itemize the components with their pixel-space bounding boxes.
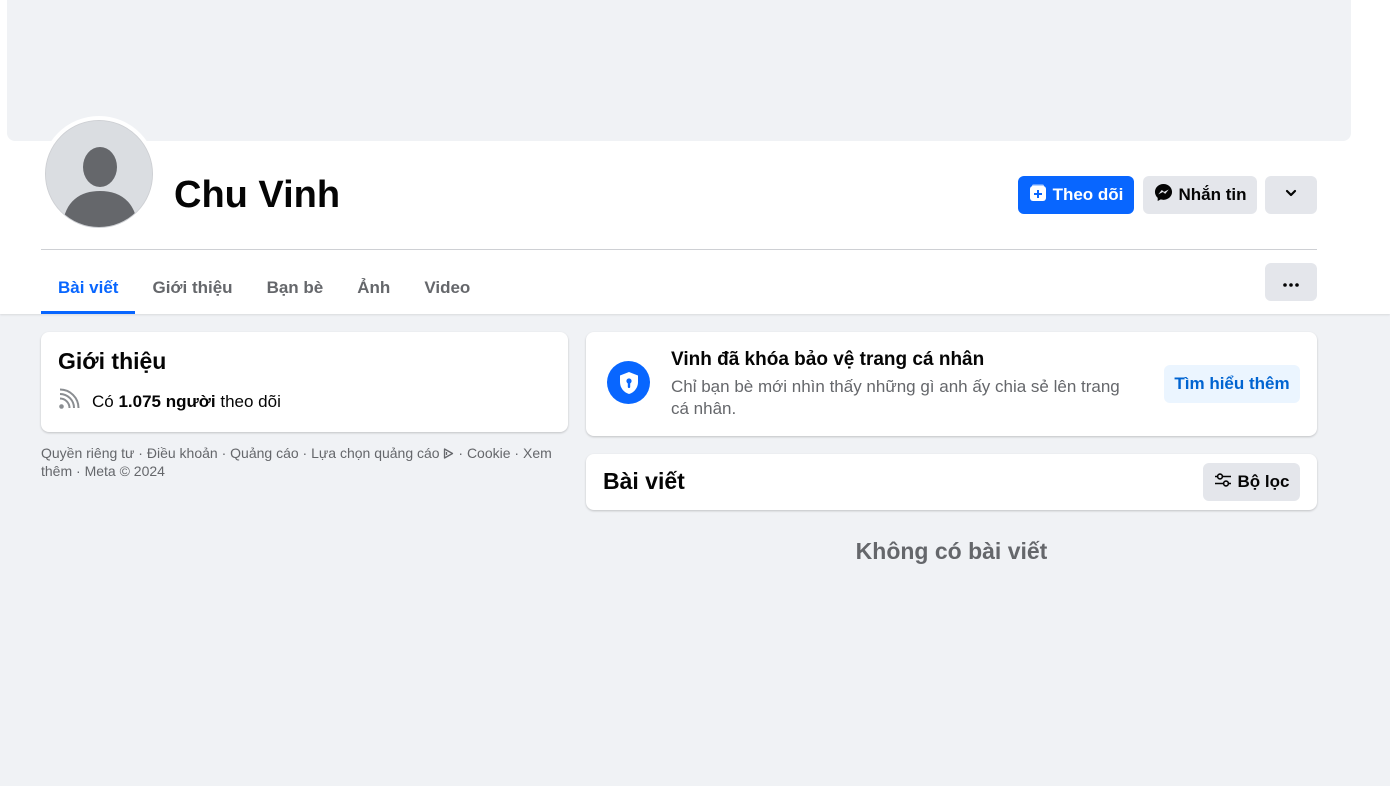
footer-copyright: Meta © 2024	[84, 463, 165, 479]
footer-links: Quyền riêng tư · Điều khoản · Quảng cáo …	[41, 445, 552, 479]
ad-choices-icon	[443, 445, 454, 461]
filter-button[interactable]: Bộ lọc	[1203, 463, 1300, 501]
followers-count[interactable]: 1.075 người	[118, 392, 215, 411]
followers-row: Có 1.075 người theo dõi	[58, 388, 281, 415]
tab-friends[interactable]: Bạn bè	[250, 262, 341, 314]
intro-card: Giới thiệu Có 1.075 người theo dõi	[41, 332, 568, 432]
follow-label: Theo dõi	[1052, 185, 1124, 204]
posts-title: Bài viết	[603, 468, 685, 494]
follow-icon	[1029, 184, 1047, 207]
tab-about[interactable]: Giới thiệu	[135, 262, 249, 314]
message-label: Nhắn tin	[1178, 185, 1247, 204]
profile-tabs: Bài viết Giới thiệu Bạn bè Ảnh Video	[41, 262, 487, 314]
follow-button[interactable]: Theo dõi	[1018, 176, 1134, 214]
footer-cookie-link[interactable]: Cookie	[467, 445, 511, 461]
avatar[interactable]	[41, 116, 157, 232]
empty-posts-message: Không có bài viết	[855, 538, 1048, 564]
followers-prefix: Có	[92, 391, 114, 411]
footer-ads-link[interactable]: Quảng cáo	[230, 445, 299, 461]
more-horizontal-icon	[1283, 272, 1299, 292]
rss-icon	[58, 388, 80, 415]
followers-suffix: theo dõi	[220, 391, 281, 411]
footer-terms-link[interactable]: Điều khoản	[147, 445, 218, 461]
cover-photo[interactable]	[7, 0, 1351, 141]
chevron-down-icon	[1284, 185, 1298, 205]
posts-header-card: Bài viết Bộ lọc	[586, 454, 1317, 510]
profile-header: Chu Vinh Theo dõi Nhắn tin Bài viết Giới…	[0, 0, 1390, 314]
header-divider	[41, 249, 1317, 250]
filter-sliders-icon	[1214, 472, 1232, 493]
default-avatar-icon	[45, 120, 153, 228]
profile-options-button[interactable]	[1265, 176, 1317, 214]
followers-text: Có 1.075 người theo dõi	[92, 392, 281, 412]
tabs-more-button[interactable]	[1265, 263, 1317, 301]
profile-name: Chu Vinh	[174, 174, 341, 216]
locked-description: Chỉ bạn bè mới nhìn thấy những gì anh ấy…	[671, 377, 1120, 418]
filter-label: Bộ lọc	[1237, 472, 1290, 491]
intro-title: Giới thiệu	[58, 348, 167, 374]
footer-adchoices-label: Lựa chọn quảng cáo	[311, 445, 440, 461]
locked-profile-card: Vinh đã khóa bảo vệ trang cá nhân Chỉ bạ…	[586, 332, 1317, 436]
footer-adchoices-link[interactable]: Lựa chọn quảng cáo	[311, 445, 454, 461]
tab-videos[interactable]: Video	[407, 262, 487, 314]
tab-photos[interactable]: Ảnh	[340, 262, 407, 314]
learn-more-button[interactable]: Tìm hiểu thêm	[1164, 365, 1300, 403]
locked-title: Vinh đã khóa bảo vệ trang cá nhân	[671, 349, 985, 370]
footer-privacy-link[interactable]: Quyền riêng tư	[41, 445, 134, 461]
message-button[interactable]: Nhắn tin	[1143, 176, 1257, 214]
messenger-icon	[1154, 183, 1173, 207]
shield-lock-icon	[607, 361, 650, 404]
tab-posts[interactable]: Bài viết	[41, 262, 136, 314]
